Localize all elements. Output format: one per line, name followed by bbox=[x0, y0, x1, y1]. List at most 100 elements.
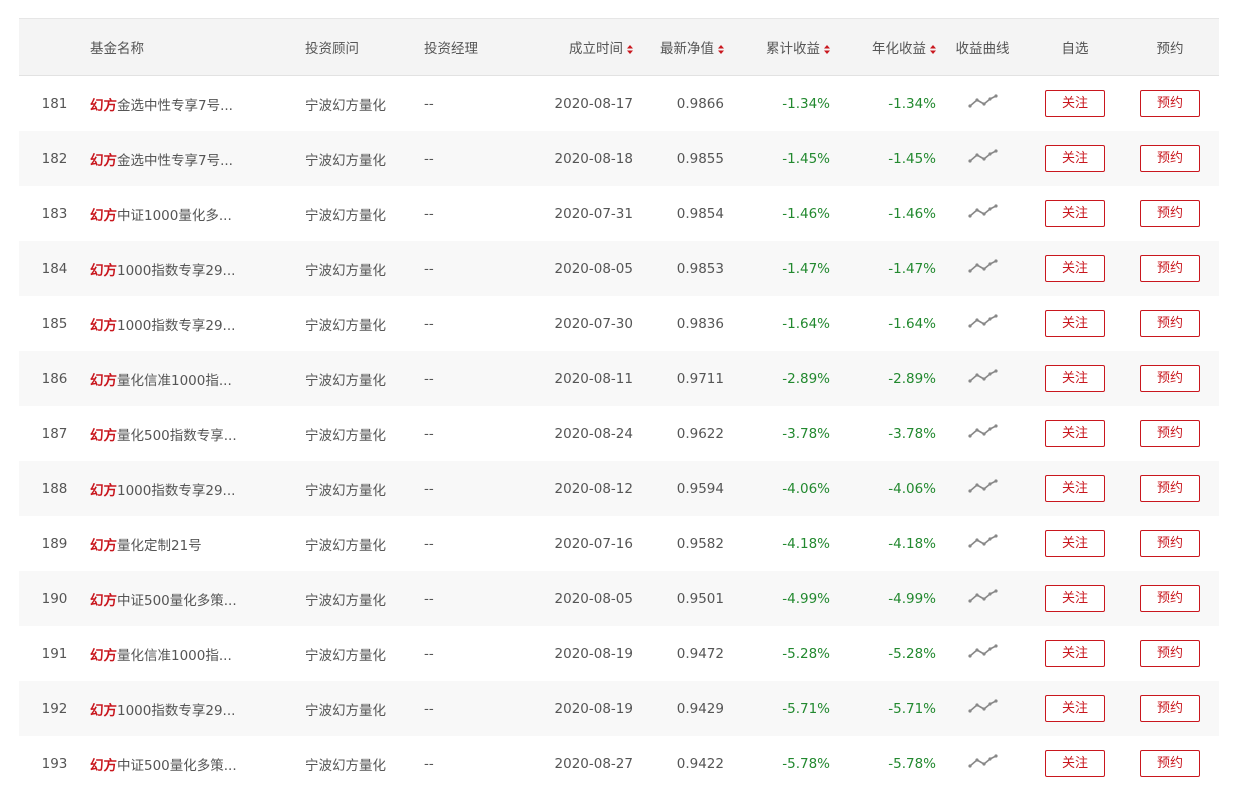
watch-button[interactable]: 关注 bbox=[1045, 365, 1105, 392]
fund-name-link[interactable]: 幻方中证500量化多策... bbox=[90, 736, 305, 791]
reserve-button[interactable]: 预约 bbox=[1140, 750, 1200, 777]
cumulative-return: -1.46% bbox=[724, 186, 830, 241]
manager-name: -- bbox=[424, 626, 504, 681]
watch-button[interactable]: 关注 bbox=[1045, 475, 1105, 502]
header-founded-sortable[interactable]: 成立时间 bbox=[504, 19, 633, 76]
sort-updown-icon[interactable] bbox=[627, 44, 633, 54]
row-index: 184 bbox=[19, 241, 90, 296]
watch-button[interactable]: 关注 bbox=[1045, 640, 1105, 667]
header-ann-return-sortable[interactable]: 年化收益 bbox=[830, 19, 936, 76]
latest-nav: 0.9429 bbox=[633, 681, 724, 736]
fund-name-link[interactable]: 幻方量化定制21号 bbox=[90, 516, 305, 571]
cumulative-return: -1.45% bbox=[724, 131, 830, 186]
founded-date: 2020-08-17 bbox=[504, 75, 633, 131]
latest-nav: 0.9472 bbox=[633, 626, 724, 681]
fund-name-link[interactable]: 幻方中证1000量化多... bbox=[90, 186, 305, 241]
watch-button[interactable]: 关注 bbox=[1045, 200, 1105, 227]
line-chart-icon[interactable] bbox=[967, 93, 998, 114]
reserve-button[interactable]: 预约 bbox=[1140, 695, 1200, 722]
watch-cell: 关注 bbox=[1029, 681, 1121, 736]
fund-name-link[interactable]: 幻方量化500指数专享... bbox=[90, 406, 305, 461]
reserve-cell: 预约 bbox=[1121, 296, 1219, 351]
line-chart-icon[interactable] bbox=[967, 368, 998, 389]
annualized-return: -5.78% bbox=[830, 736, 936, 791]
watch-button[interactable]: 关注 bbox=[1045, 310, 1105, 337]
line-chart-icon[interactable] bbox=[967, 478, 998, 499]
latest-nav: 0.9866 bbox=[633, 75, 724, 131]
reserve-button[interactable]: 预约 bbox=[1140, 310, 1200, 337]
watch-cell: 关注 bbox=[1029, 241, 1121, 296]
advisor-name: 宁波幻方量化 bbox=[305, 131, 424, 186]
line-chart-icon[interactable] bbox=[967, 258, 998, 279]
annualized-return: -5.71% bbox=[830, 681, 936, 736]
fund-name-link[interactable]: 幻方中证500量化多策... bbox=[90, 571, 305, 626]
fund-name-link[interactable]: 幻方金选中性专享7号... bbox=[90, 75, 305, 131]
reserve-button[interactable]: 预约 bbox=[1140, 640, 1200, 667]
latest-nav: 0.9853 bbox=[633, 241, 724, 296]
watch-cell: 关注 bbox=[1029, 571, 1121, 626]
watch-button[interactable]: 关注 bbox=[1045, 420, 1105, 447]
manager-name: -- bbox=[424, 131, 504, 186]
curve-cell bbox=[936, 186, 1029, 241]
line-chart-icon[interactable] bbox=[967, 423, 998, 444]
reserve-button[interactable]: 预约 bbox=[1140, 200, 1200, 227]
reserve-button[interactable]: 预约 bbox=[1140, 145, 1200, 172]
sort-updown-icon[interactable] bbox=[930, 44, 936, 54]
reserve-button[interactable]: 预约 bbox=[1140, 255, 1200, 282]
line-chart-icon[interactable] bbox=[967, 753, 998, 774]
line-chart-icon[interactable] bbox=[967, 533, 998, 554]
sort-updown-icon[interactable] bbox=[718, 44, 724, 54]
table-row: 184 幻方1000指数专享29... 宁波幻方量化 -- 2020-08-05… bbox=[19, 241, 1219, 296]
cumulative-return: -5.71% bbox=[724, 681, 830, 736]
reserve-cell: 预约 bbox=[1121, 241, 1219, 296]
fund-name-link[interactable]: 幻方量化信准1000指... bbox=[90, 351, 305, 406]
watch-cell: 关注 bbox=[1029, 626, 1121, 681]
fund-brand: 幻方 bbox=[90, 757, 117, 774]
watch-cell: 关注 bbox=[1029, 736, 1121, 791]
fund-name-link[interactable]: 幻方1000指数专享29... bbox=[90, 241, 305, 296]
reserve-button[interactable]: 预约 bbox=[1140, 90, 1200, 117]
watch-cell: 关注 bbox=[1029, 131, 1121, 186]
watch-button[interactable]: 关注 bbox=[1045, 145, 1105, 172]
sort-updown-icon[interactable] bbox=[824, 44, 830, 54]
curve-cell bbox=[936, 131, 1029, 186]
fund-name-link[interactable]: 幻方1000指数专享29... bbox=[90, 296, 305, 351]
reserve-button[interactable]: 预约 bbox=[1140, 530, 1200, 557]
line-chart-icon[interactable] bbox=[967, 698, 998, 719]
fund-name: 量化信准1000指... bbox=[117, 372, 232, 389]
reserve-cell: 预约 bbox=[1121, 75, 1219, 131]
reserve-button[interactable]: 预约 bbox=[1140, 475, 1200, 502]
table-row: 188 幻方1000指数专享29... 宁波幻方量化 -- 2020-08-12… bbox=[19, 461, 1219, 516]
advisor-name: 宁波幻方量化 bbox=[305, 186, 424, 241]
line-chart-icon[interactable] bbox=[967, 643, 998, 664]
watch-button[interactable]: 关注 bbox=[1045, 750, 1105, 777]
row-index: 192 bbox=[19, 681, 90, 736]
watch-button[interactable]: 关注 bbox=[1045, 530, 1105, 557]
watch-button[interactable]: 关注 bbox=[1045, 255, 1105, 282]
cumulative-return: -1.34% bbox=[724, 75, 830, 131]
row-index: 183 bbox=[19, 186, 90, 241]
watch-button[interactable]: 关注 bbox=[1045, 90, 1105, 117]
watch-button[interactable]: 关注 bbox=[1045, 695, 1105, 722]
line-chart-icon[interactable] bbox=[967, 313, 998, 334]
header-cum-return-sortable[interactable]: 累计收益 bbox=[724, 19, 830, 76]
header-index bbox=[19, 19, 90, 76]
header-fund-name: 基金名称 bbox=[90, 19, 305, 76]
watch-button[interactable]: 关注 bbox=[1045, 585, 1105, 612]
header-nav-sortable[interactable]: 最新净值 bbox=[633, 19, 724, 76]
reserve-button[interactable]: 预约 bbox=[1140, 420, 1200, 447]
reserve-cell: 预约 bbox=[1121, 131, 1219, 186]
line-chart-icon[interactable] bbox=[967, 148, 998, 169]
reserve-button[interactable]: 预约 bbox=[1140, 585, 1200, 612]
fund-name-link[interactable]: 幻方金选中性专享7号... bbox=[90, 131, 305, 186]
cumulative-return: -4.99% bbox=[724, 571, 830, 626]
reserve-button[interactable]: 预约 bbox=[1140, 365, 1200, 392]
fund-table: 基金名称 投资顾问 投资经理 成立时间 最新净值 累计收益 年化收益 收益曲线 … bbox=[19, 19, 1219, 791]
fund-name-link[interactable]: 幻方1000指数专享29... bbox=[90, 681, 305, 736]
line-chart-icon[interactable] bbox=[967, 203, 998, 224]
line-chart-icon[interactable] bbox=[967, 588, 998, 609]
table-row: 193 幻方中证500量化多策... 宁波幻方量化 -- 2020-08-27 … bbox=[19, 736, 1219, 791]
fund-name-link[interactable]: 幻方量化信准1000指... bbox=[90, 626, 305, 681]
watch-cell: 关注 bbox=[1029, 75, 1121, 131]
fund-name-link[interactable]: 幻方1000指数专享29... bbox=[90, 461, 305, 516]
